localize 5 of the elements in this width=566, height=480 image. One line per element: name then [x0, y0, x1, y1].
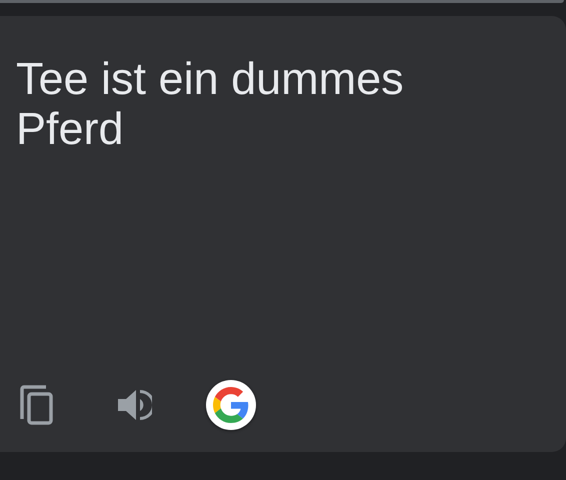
speaker-icon[interactable] — [116, 387, 152, 423]
g-logo-icon — [213, 387, 249, 423]
translation-text: Tee ist ein dummes Pferd — [16, 54, 405, 154]
google-logo-button[interactable] — [206, 380, 256, 430]
copy-icon[interactable] — [20, 385, 54, 425]
